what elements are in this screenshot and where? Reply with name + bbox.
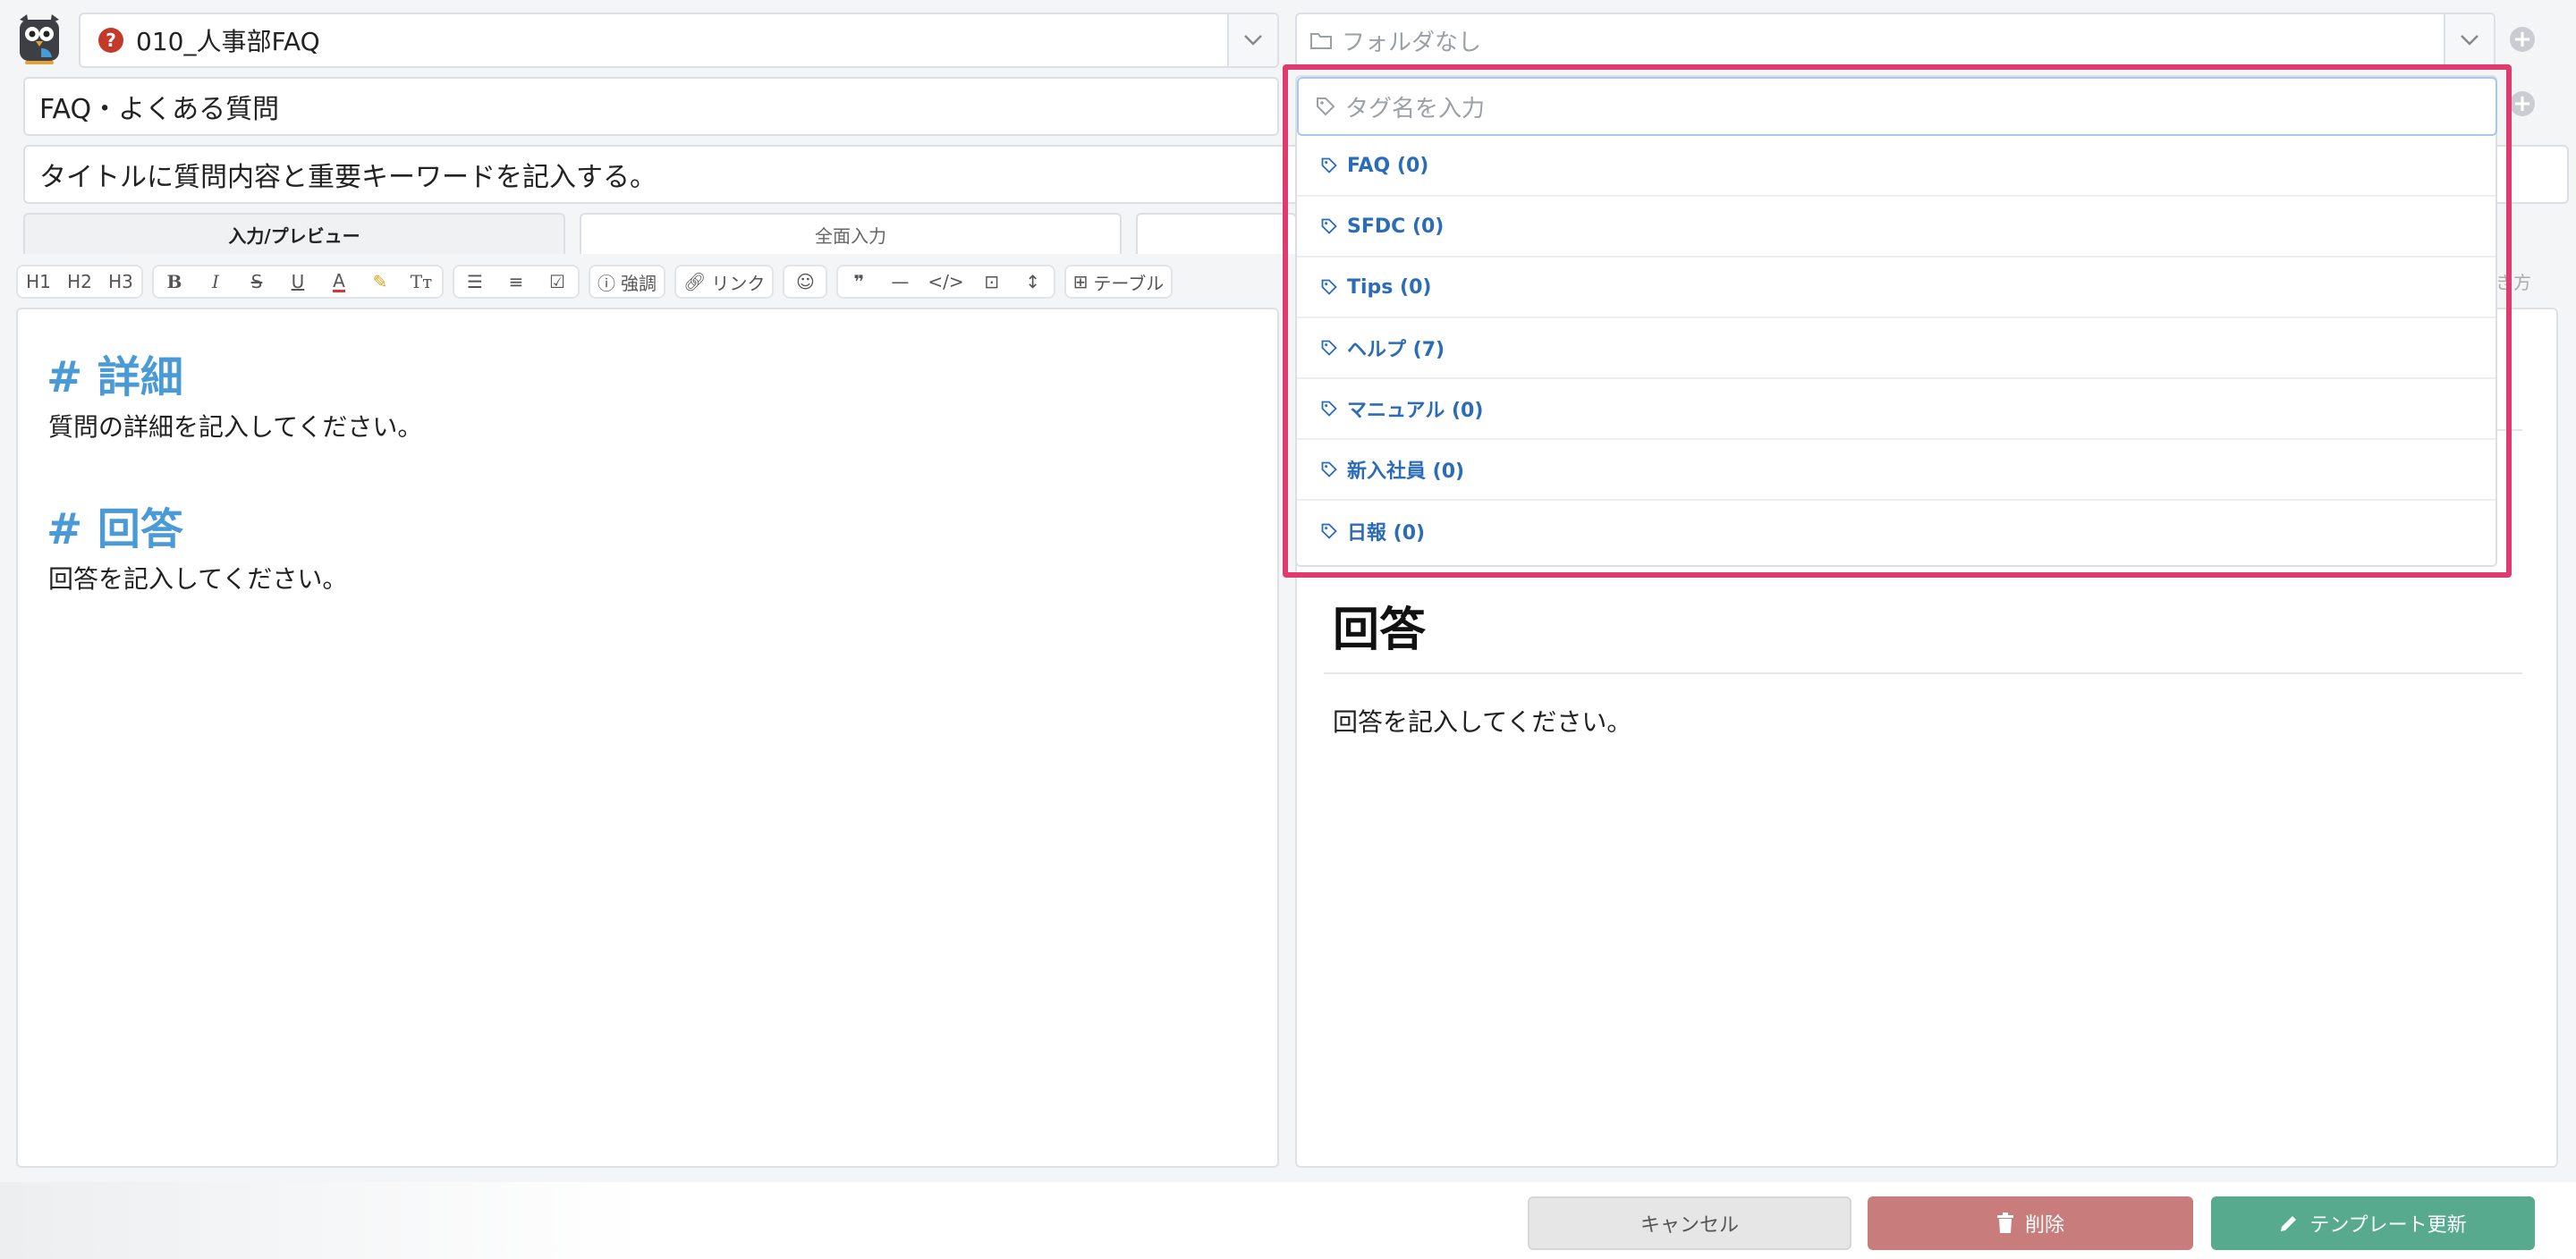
preview-text-answer: 回答を記入してください。 (1333, 707, 1632, 737)
tag-option[interactable]: SFDC (0) (1297, 197, 2496, 258)
update-label: テンプレート更新 (2309, 1214, 2467, 1237)
cancel-button[interactable]: キャンセル (1528, 1196, 1852, 1250)
tag-search-input[interactable]: タグ名を入力 (1297, 77, 2497, 136)
emoji-icon[interactable]: ☺ (784, 266, 826, 297)
tag-option[interactable]: 日報 (0) (1297, 501, 2496, 562)
h1-button[interactable]: H1 (18, 266, 59, 297)
preview-divider (1324, 672, 2522, 674)
tag-icon (1321, 279, 1337, 295)
link-label: リンク (711, 272, 766, 294)
cancel-label: キャンセル (1640, 1214, 1739, 1237)
table-button[interactable]: ⊞ テーブル (1066, 266, 1172, 297)
md-heading-answer: # 回答 (47, 504, 183, 554)
tag-icon (1321, 461, 1337, 477)
reading-mode-link[interactable]: き方 (2496, 268, 2531, 294)
underline-button[interactable]: U (277, 266, 318, 297)
info-icon: ⓘ (597, 272, 615, 294)
code-icon[interactable]: </> (920, 266, 970, 297)
link-button[interactable]: 🔗︎ リンク (676, 266, 772, 297)
folder-select-value: フォルダなし (1342, 29, 1482, 56)
bold-button[interactable]: B (154, 266, 195, 297)
folder-icon (1309, 30, 1333, 50)
link-icon: 🔗︎ (683, 271, 707, 292)
tab-full-input[interactable]: 全面入力 (580, 213, 1122, 254)
delete-button[interactable]: 削除 (1868, 1196, 2193, 1250)
tag-option-label: 新入社員 (0) (1347, 461, 1465, 483)
tag-option-label: FAQ (0) (1347, 154, 1429, 177)
md-text-answer: 回答を記入してください。 (48, 564, 348, 594)
tag-icon (1321, 218, 1337, 234)
trash-icon (1996, 1213, 2014, 1234)
tag-option-label: マニュアル (0) (1347, 400, 1484, 422)
tag-dropdown: タグ名を入力 FAQ (0) SFDC (0) Tips (0) ヘルプ (7)… (1295, 75, 2497, 567)
tag-option[interactable]: ヘルプ (7) (1297, 318, 2496, 379)
tab-input-preview[interactable]: 入力/プレビュー (23, 213, 565, 254)
delete-label: 削除 (2024, 1214, 2064, 1237)
text-color-button[interactable]: A (318, 266, 360, 297)
pencil-icon (2279, 1213, 2299, 1233)
faq-select[interactable]: ? 010_人事部FAQ (79, 13, 1279, 68)
table-icon: ⊞ (1072, 271, 1089, 292)
add-tag-icon[interactable]: + (2510, 91, 2535, 116)
chevron-down-icon[interactable] (1227, 14, 1277, 66)
app-logo (14, 14, 64, 66)
font-size-icon[interactable]: Tт (401, 266, 442, 297)
tag-icon (1321, 401, 1337, 417)
md-heading-detail: # 詳細 (47, 352, 183, 402)
tag-icon (1321, 157, 1337, 173)
h2-button[interactable]: H2 (59, 266, 100, 297)
tag-option[interactable]: マニュアル (0) (1297, 379, 2496, 440)
update-template-button[interactable]: テンプレート更新 (2211, 1196, 2535, 1250)
strikethrough-button[interactable]: S (236, 266, 277, 297)
faq-select-value: 010_人事部FAQ (136, 27, 320, 56)
chevron-down-icon[interactable] (2444, 14, 2494, 66)
tag-option[interactable]: 新入社員 (0) (1297, 440, 2496, 501)
title-input[interactable]: FAQ・よくある質問 (23, 77, 1279, 136)
quote-icon[interactable]: ❞ (838, 266, 879, 297)
code-block-icon[interactable]: ⊡ (971, 266, 1013, 297)
line-height-icon[interactable]: ↕ (1013, 266, 1054, 297)
tag-icon (1321, 340, 1337, 356)
question-icon: ? (98, 28, 123, 53)
tab-other[interactable] (1136, 213, 1297, 254)
editor-toolbar: H1 H2 H3 B I S U A ✎ Tт ☰ ≡ ☑ ⓘ 強調 🔗︎ リンク … (16, 263, 1174, 300)
tag-option-label: ヘルプ (7) (1347, 339, 1445, 361)
tag-option-label: Tips (0) (1347, 275, 1432, 299)
bullet-list-icon[interactable]: ☰ (454, 266, 496, 297)
table-label: テーブル (1093, 272, 1165, 294)
add-folder-icon[interactable]: + (2510, 27, 2535, 52)
tag-option-label: 日報 (0) (1347, 522, 1426, 545)
italic-button[interactable]: I (195, 266, 236, 297)
markdown-editor[interactable]: # 詳細 質問の詳細を記入してください。 # 回答 回答を記入してください。 (16, 308, 1279, 1168)
tag-option-label: SFDC (0) (1347, 215, 1445, 238)
emphasis-button[interactable]: ⓘ 強調 (590, 266, 664, 297)
emphasis-label: 強調 (621, 272, 657, 294)
highlight-icon[interactable]: ✎ (360, 266, 401, 297)
tag-search-placeholder: タグ名を入力 (1345, 95, 1486, 123)
folder-select[interactable]: フォルダなし (1295, 13, 2496, 68)
numbered-list-icon[interactable]: ≡ (496, 266, 537, 297)
h3-button[interactable]: H3 (100, 266, 141, 297)
tag-option[interactable]: FAQ (0) (1297, 136, 2496, 197)
md-text-detail: 質問の詳細を記入してください。 (48, 412, 423, 442)
preview-heading-answer: 回答 (1333, 604, 1427, 657)
checkbox-list-icon[interactable]: ☑ (537, 266, 578, 297)
tag-icon (1315, 96, 1336, 117)
horizontal-rule-icon[interactable]: — (879, 266, 920, 297)
tag-option[interactable]: Tips (0) (1297, 258, 2496, 318)
tag-icon (1321, 523, 1337, 539)
